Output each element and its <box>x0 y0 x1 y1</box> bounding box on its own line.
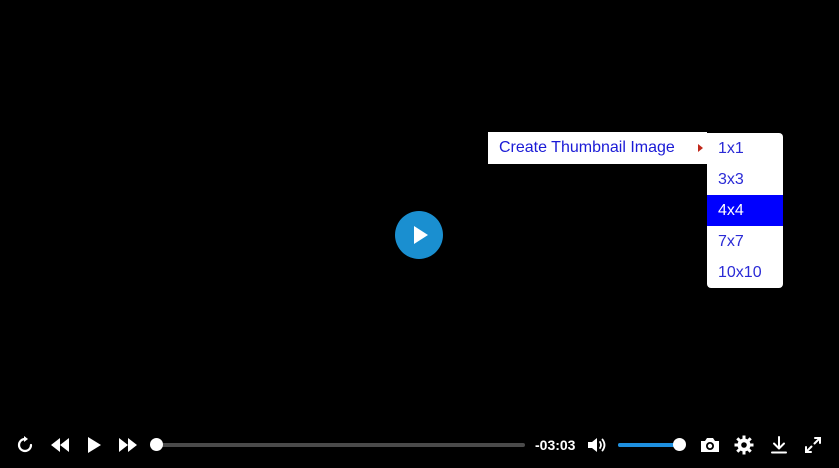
submenu-item-4x4[interactable]: 4x4 <box>707 195 783 226</box>
thumbnail-size-submenu: 1x1 3x3 4x4 7x7 10x10 <box>707 133 783 288</box>
gear-icon <box>734 435 754 455</box>
context-menu-create-thumbnail[interactable]: Create Thumbnail Image <box>488 132 707 164</box>
submenu-item-3x3[interactable]: 3x3 <box>707 164 783 195</box>
time-remaining: -03:03 <box>535 437 576 453</box>
caret-right-icon <box>698 144 703 152</box>
rewind-icon <box>51 438 69 452</box>
video-player[interactable]: Create Thumbnail Image 1x1 3x3 4x4 7x7 1… <box>0 0 839 468</box>
camera-icon <box>701 438 719 452</box>
fast-forward-button[interactable] <box>117 434 139 456</box>
fullscreen-button[interactable] <box>802 434 824 456</box>
play-button[interactable] <box>83 434 105 456</box>
settings-button[interactable] <box>733 434 755 456</box>
mute-button[interactable] <box>586 434 608 456</box>
fullscreen-icon <box>805 437 821 453</box>
download-button[interactable] <box>768 434 790 456</box>
submenu-item-10x10[interactable]: 10x10 <box>707 257 783 288</box>
fast-forward-icon <box>119 438 137 452</box>
screenshot-button[interactable] <box>699 434 721 456</box>
play-icon <box>413 226 428 244</box>
volume-slider[interactable] <box>618 438 686 451</box>
play-icon <box>88 437 101 453</box>
restart-button[interactable] <box>14 434 36 456</box>
volume-level <box>618 443 680 447</box>
control-bar: -03:03 <box>0 426 839 466</box>
restart-icon <box>17 436 33 453</box>
download-icon <box>771 436 787 454</box>
progress-bar[interactable] <box>150 438 525 451</box>
volume-handle[interactable] <box>673 438 686 451</box>
submenu-item-7x7[interactable]: 7x7 <box>707 226 783 257</box>
submenu-item-1x1[interactable]: 1x1 <box>707 133 783 164</box>
progress-handle[interactable] <box>150 438 163 451</box>
volume-icon <box>588 438 606 452</box>
context-menu-label: Create Thumbnail Image <box>499 139 675 156</box>
big-play-button[interactable] <box>395 211 443 259</box>
rewind-button[interactable] <box>49 434 71 456</box>
